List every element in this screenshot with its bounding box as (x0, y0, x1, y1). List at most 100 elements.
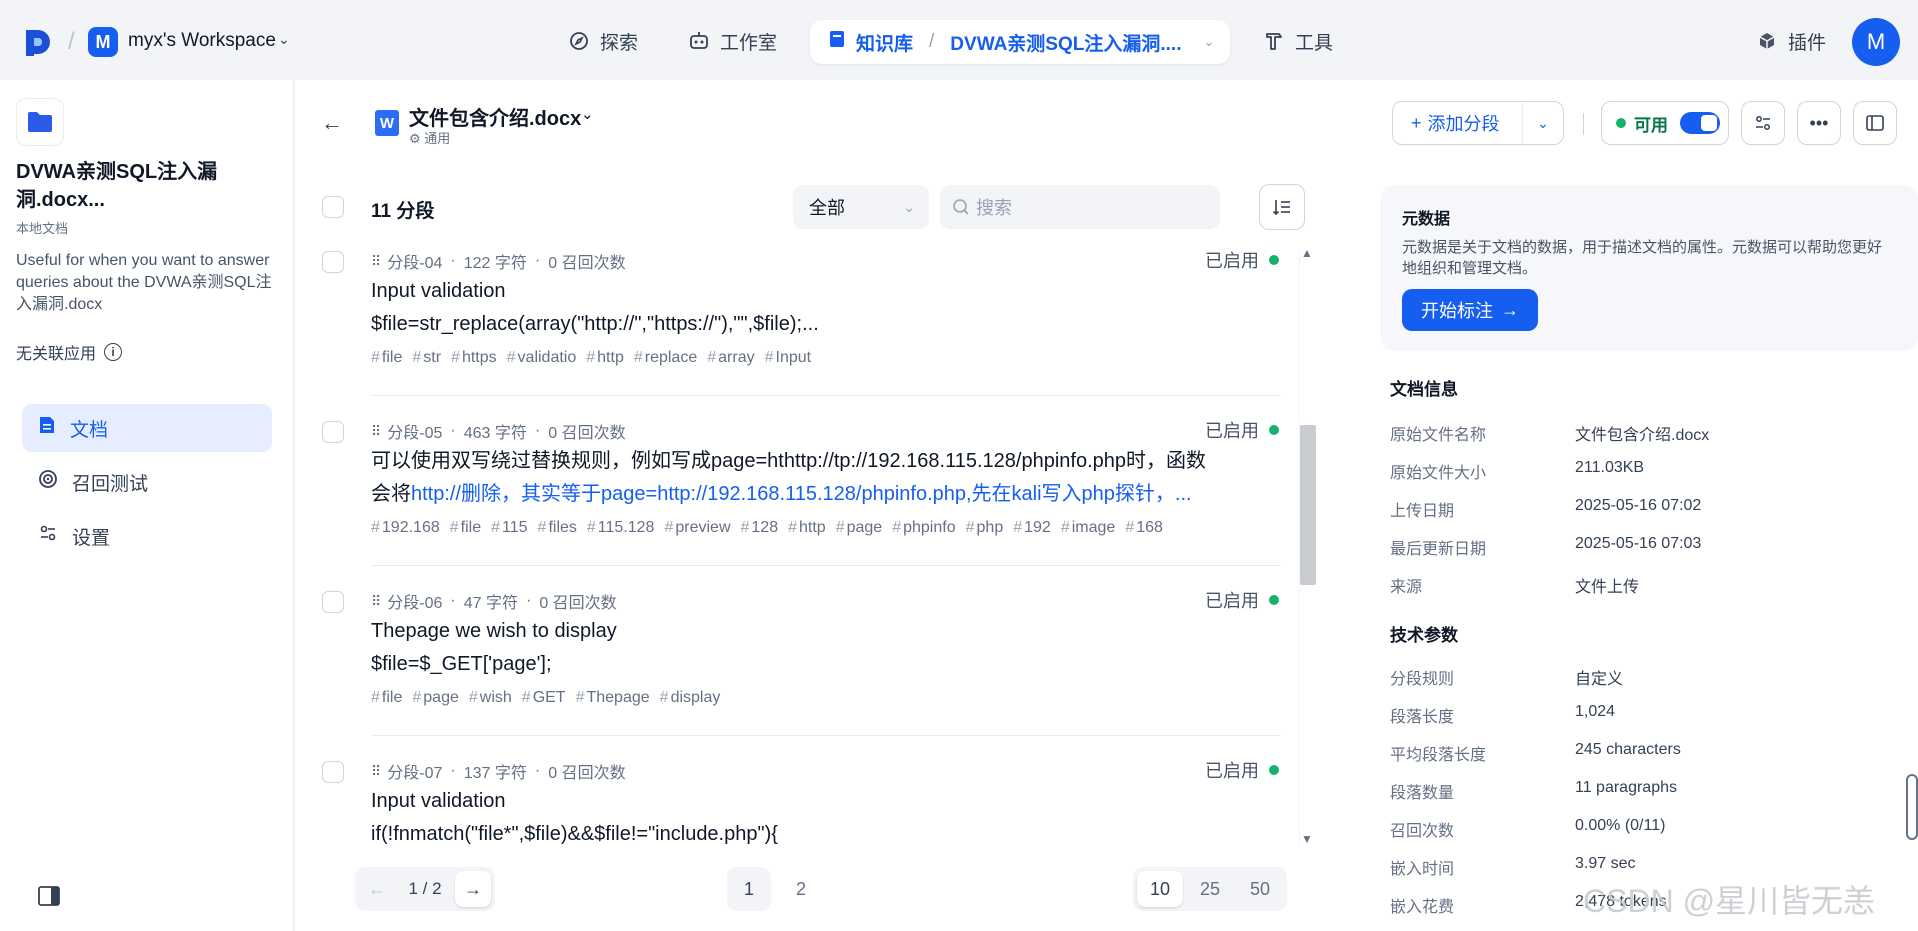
grid-icon: ⠿ (371, 762, 381, 779)
tag: 115.128 (587, 519, 655, 536)
document-name[interactable]: 文件包含介绍.docx (409, 102, 581, 131)
segment-settings-button[interactable] (1741, 101, 1785, 145)
doc-info-value: 2025-05-16 07:03 (1575, 535, 1702, 552)
tag: 168 (1125, 519, 1163, 536)
segment-tags: 192.168 file 115 files 115.128 preview 128 http… (371, 519, 1173, 537)
segment-recalls: 0 召回次数 (548, 425, 626, 442)
nav-plugins[interactable]: 插件 (1756, 20, 1826, 62)
tag: replace (634, 349, 697, 366)
segment-line: $file=str_replace(array("http://","https… (371, 313, 819, 335)
prev-page-arrow-icon[interactable]: ← (359, 871, 395, 907)
window-edge-handle[interactable] (1906, 774, 1918, 840)
status-dot (1269, 765, 1279, 775)
more-icon: ••• (1809, 112, 1829, 133)
more-options-button[interactable]: ••• (1797, 101, 1841, 145)
page-size-option[interactable]: 25 (1187, 871, 1233, 907)
nav-tools[interactable]: 工具 (1263, 20, 1333, 62)
back-arrow-icon[interactable]: ← (321, 110, 343, 136)
document-switch-chevron-down-icon[interactable]: ⌄ (581, 105, 594, 123)
sidebar-item-label: 文档 (70, 419, 109, 441)
doc-info-row: 最后更新日期 2025-05-16 07:03 (1390, 535, 1890, 559)
tech-param-value: 245 characters (1575, 741, 1681, 758)
segment-line-prefix: 会将 (371, 483, 411, 505)
sliders-icon (1756, 116, 1770, 130)
segment-link[interactable]: http://删除，其实等于page=http://192.168.115.12… (411, 483, 1192, 505)
tag: GET (522, 689, 566, 706)
select-all-checkbox[interactable] (322, 196, 344, 218)
add-segment-main[interactable]: + 添加分段 (1393, 102, 1523, 144)
settings-sliders-icon (38, 523, 58, 549)
breadcrumb-separator: / (68, 28, 75, 55)
nav-knowledge[interactable]: 知识库 / DVWA亲测SQL注入漏洞.... ⌄ (810, 20, 1230, 64)
start-labeling-button[interactable]: 开始标注 → (1402, 289, 1538, 331)
tag: page (412, 689, 459, 706)
search-input[interactable]: 搜索 (940, 185, 1220, 229)
sort-list-icon (1272, 200, 1290, 216)
scrollbar-thumb[interactable] (1300, 425, 1316, 585)
sort-button[interactable] (1259, 184, 1305, 230)
tag: page (836, 519, 883, 536)
page-stepper: ← 1 / 2 → (355, 867, 495, 911)
sidebar-item-retrieval-test[interactable]: 召回测试 (22, 458, 272, 506)
chevron-down-icon: ⌄ (903, 198, 915, 215)
tag: 192.168 (371, 519, 440, 536)
doc-info-key: 最后更新日期 (1390, 541, 1487, 558)
info-icon[interactable]: i (104, 343, 123, 361)
segment-checkbox[interactable] (322, 591, 344, 613)
sidebar-item-settings[interactable]: 设置 (22, 512, 272, 560)
page-size-option[interactable]: 10 (1137, 871, 1183, 907)
tag: php (966, 519, 1004, 536)
breadcrumb-separator: / (929, 31, 935, 52)
page-indicator: 1 / 2 (408, 879, 442, 898)
top-bar: / M myx's Workspace ⌄ 探索 工作室 知识库 / DVWA亲… (0, 0, 1918, 80)
nav-explore[interactable]: 探索 (568, 20, 638, 62)
segment-checkbox[interactable] (322, 421, 344, 443)
segment-id: 分段-05 (387, 425, 443, 442)
status-dot (1269, 595, 1279, 605)
enable-switch[interactable] (1680, 112, 1720, 134)
scroll-down-icon[interactable]: ▼ (1301, 832, 1313, 846)
user-avatar[interactable]: M (1852, 18, 1900, 66)
nav-knowledge-label: 知识库 (856, 33, 914, 55)
hammer-icon (1263, 30, 1285, 52)
add-segment-button[interactable]: + 添加分段 ⌄ (1392, 101, 1564, 145)
tag: http (586, 349, 624, 366)
tag: validatio (507, 349, 577, 366)
status-filter-select[interactable]: 全部 ⌄ (793, 185, 929, 229)
doc-info-title: 文档信息 (1390, 380, 1458, 399)
kb-switch-chevron-down-icon[interactable]: ⌄ (1203, 34, 1214, 50)
kb-description: Useful for when you want to answer queri… (16, 252, 272, 313)
doc-info-row: 上传日期 2025-05-16 07:02 (1390, 497, 1890, 521)
workspace-badge[interactable]: M (88, 27, 118, 57)
document-mode: ⚙ 通用 (409, 128, 450, 147)
segment-checkbox[interactable] (322, 251, 344, 273)
page-button[interactable]: 1 (727, 867, 771, 911)
page-size-option[interactable]: 50 (1237, 871, 1283, 907)
tag: display (660, 689, 721, 706)
segment-checkbox[interactable] (322, 761, 344, 783)
segment-recalls: 0 召回次数 (548, 765, 626, 782)
grid-icon: ⠿ (371, 592, 381, 609)
workspace-name[interactable]: myx's Workspace (128, 30, 276, 52)
current-kb-name[interactable]: DVWA亲测SQL注入漏洞.... (950, 29, 1181, 56)
doc-info-row: 来源 文件上传 (1390, 573, 1890, 597)
workspace-chevron-down-icon[interactable]: ⌄ (278, 31, 290, 48)
doc-info-key: 原始文件大小 (1390, 465, 1487, 482)
segment-status-label: 已启用 (1205, 421, 1259, 441)
scroll-up-icon[interactable]: ▲ (1301, 246, 1313, 260)
next-page-arrow-icon[interactable]: → (455, 871, 491, 907)
document-status-toggle[interactable]: 可用 (1601, 101, 1729, 145)
sidebar-item-documents[interactable]: 文档 (22, 404, 272, 452)
add-segment-chevron-down-icon[interactable]: ⌄ (1523, 115, 1563, 132)
sidebar-collapse-icon[interactable] (38, 886, 60, 906)
page-button[interactable]: 2 (779, 867, 823, 911)
segment-recalls: 0 召回次数 (548, 255, 626, 272)
app-logo[interactable] (22, 28, 52, 58)
nav-studio[interactable]: 工作室 (688, 20, 777, 62)
tag: phpinfo (892, 519, 955, 536)
toggle-right-panel-button[interactable] (1853, 101, 1897, 145)
segment-content: Input validation if(!fnmatch("file*",$fi… (371, 785, 1291, 851)
segment-status: 已启用 (1205, 417, 1279, 443)
metadata-card: 元数据 元数据是关于文档的数据，用于描述文档的属性。元数据可以帮助您更好地组织和… (1380, 185, 1918, 351)
doc-info-value: 文件包含介绍.docx (1575, 427, 1710, 444)
